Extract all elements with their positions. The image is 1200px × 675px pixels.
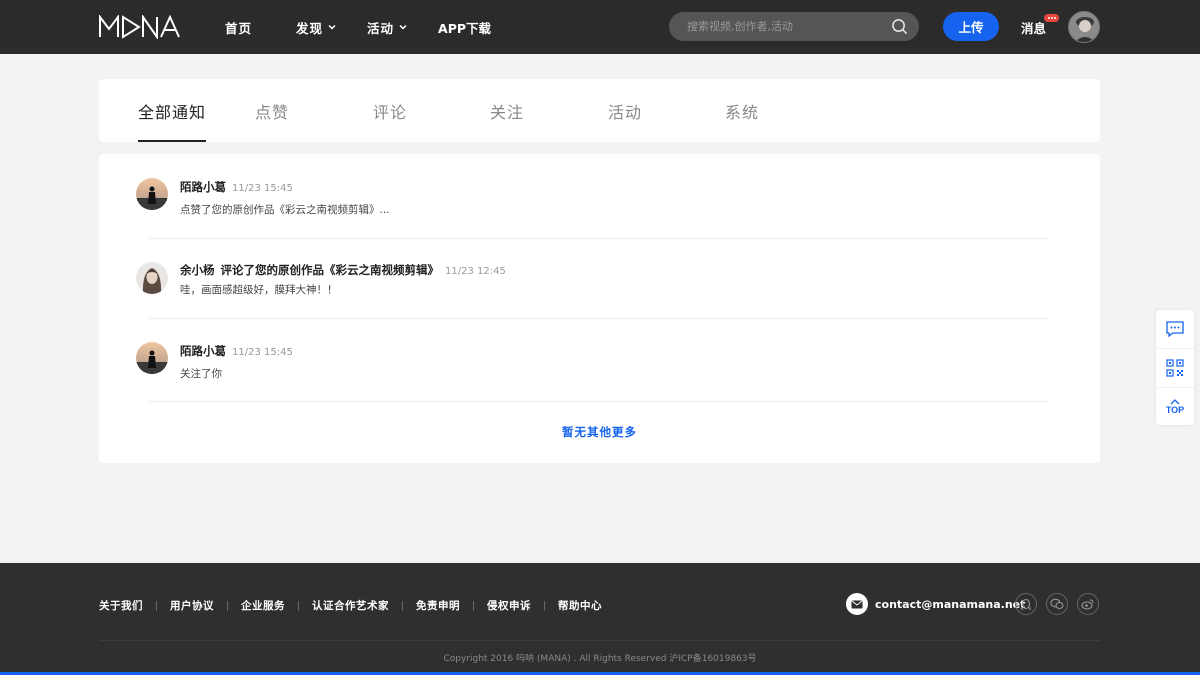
chevron-down-icon <box>328 24 336 30</box>
divider <box>156 600 157 611</box>
avatar-image <box>136 262 168 294</box>
qq-icon <box>1021 598 1031 610</box>
notification-action[interactable]: 评论了您的原创作品《彩云之南视频剪辑》 <box>221 262 440 278</box>
tab-all-label: 全部通知 <box>138 102 207 122</box>
divider <box>473 600 474 611</box>
tab-system-label: 系统 <box>725 102 760 122</box>
notification-username[interactable]: 陌路小葛 <box>180 343 226 359</box>
mana-logo[interactable] <box>99 14 181 40</box>
footer-link-about[interactable]: 关于我们 <box>99 598 143 613</box>
nav-app-download-label: APP下载 <box>438 20 492 36</box>
notification-text: 哇，画面感超级好，膜拜大神！！ <box>180 284 338 296</box>
upload-button-label: 上传 <box>958 20 984 35</box>
avatar[interactable] <box>136 178 168 210</box>
search-input[interactable] <box>687 20 882 33</box>
tab-activities[interactable]: 活动 <box>608 79 642 142</box>
tab-activities-label: 活动 <box>608 102 643 122</box>
mana-logo-icon <box>99 15 180 39</box>
message-badge <box>1044 14 1059 22</box>
footer-link-help[interactable]: 帮助中心 <box>558 598 602 613</box>
divider <box>149 238 1047 239</box>
tab-follows-label: 关注 <box>490 102 525 122</box>
divider <box>298 600 299 611</box>
user-avatar[interactable] <box>1068 11 1100 43</box>
weibo-icon <box>1081 599 1094 610</box>
avatar-image <box>136 342 168 374</box>
qr-code-button[interactable] <box>1156 349 1194 387</box>
notification-text: 关注了你 <box>180 368 222 380</box>
divider <box>402 600 403 611</box>
nav-activity-label: 活动 <box>367 20 395 36</box>
divider <box>99 640 1100 641</box>
avatar[interactable] <box>136 262 168 294</box>
notification-text: 点赞了您的原创作品《彩云之南视频剪辑》... <box>180 204 390 216</box>
user-avatar-image <box>1069 12 1099 42</box>
footer-link-infringement[interactable]: 侵权申诉 <box>487 598 531 613</box>
footer-link-enterprise[interactable]: 企业服务 <box>241 598 285 613</box>
divider <box>149 401 1047 402</box>
wechat-button[interactable] <box>1046 593 1068 615</box>
avatar[interactable] <box>136 342 168 374</box>
back-to-top-button[interactable]: TOP <box>1156 388 1194 426</box>
nav-activity[interactable]: 活动 <box>367 18 408 37</box>
notification-time: 11/23 15:45 <box>232 347 293 358</box>
side-toolbar: TOP <box>1156 310 1194 425</box>
avatar-image <box>136 178 168 210</box>
tab-comments-label: 评论 <box>373 102 408 122</box>
qr-code-icon <box>1166 359 1184 377</box>
tab-likes[interactable]: 点赞 <box>255 79 289 142</box>
tab-system[interactable]: 系统 <box>725 79 759 142</box>
search-box <box>669 12 919 41</box>
footer: 关于我们 用户协议 企业服务 认证合作艺术家 免责申明 侵权申诉 帮助中心 co… <box>0 563 1200 675</box>
footer-link-agreement[interactable]: 用户协议 <box>170 598 214 613</box>
chat-icon <box>1166 321 1184 338</box>
nav-discover[interactable]: 发现 <box>296 18 337 37</box>
top-label: TOP <box>1165 405 1185 415</box>
notification-time: 11/23 12:45 <box>445 266 506 277</box>
footer-link-disclaimer[interactable]: 免责申明 <box>416 598 460 613</box>
nav-discover-label: 发现 <box>296 20 324 36</box>
chevron-down-icon <box>399 24 407 30</box>
tab-all-notifications[interactable]: 全部通知 <box>138 79 207 142</box>
footer-link-certified-artist[interactable]: 认证合作艺术家 <box>312 598 389 613</box>
messages-link[interactable]: 消息 <box>1021 18 1046 37</box>
qq-button[interactable] <box>1015 593 1037 615</box>
copyright-text: Copyright 2016 吗呐 (MANA) . All Rights Re… <box>443 654 757 664</box>
contact-email-text: contact@manamana.net <box>875 597 1026 611</box>
contact-email[interactable]: contact@manamana.net <box>846 593 1025 615</box>
nav-home-label: 首页 <box>225 20 253 36</box>
nav-home[interactable]: 首页 <box>225 18 252 37</box>
mail-icon <box>846 593 868 615</box>
notification-list: 陌路小葛 11/23 15:45 点赞了您的原创作品《彩云之南视频剪辑》... … <box>99 154 1100 463</box>
tab-follows[interactable]: 关注 <box>490 79 524 142</box>
main-nav: 首页 发现 活动 APP下载 <box>225 0 521 54</box>
no-more-text: 暂无其他更多 <box>562 425 637 439</box>
feedback-button[interactable] <box>1156 310 1194 348</box>
nav-app-download[interactable]: APP下载 <box>438 18 491 37</box>
notification-username[interactable]: 陌路小葛 <box>180 179 226 195</box>
wechat-icon <box>1050 598 1064 610</box>
top-header: 首页 发现 活动 APP下载 上传 消息 <box>0 0 1200 54</box>
upload-button[interactable]: 上传 <box>943 12 999 41</box>
divider <box>544 600 545 611</box>
tab-likes-label: 点赞 <box>255 102 290 122</box>
weibo-button[interactable] <box>1077 593 1099 615</box>
notification-username[interactable]: 余小杨 <box>180 262 215 278</box>
notification-time: 11/23 15:45 <box>232 183 293 194</box>
divider <box>227 600 228 611</box>
search-icon[interactable] <box>891 18 908 35</box>
notification-tabs: 全部通知 点赞 评论 关注 活动 系统 <box>99 79 1100 142</box>
messages-label: 消息 <box>1021 21 1047 36</box>
tab-comments[interactable]: 评论 <box>373 79 407 142</box>
divider <box>149 318 1047 319</box>
footer-links: 关于我们 用户协议 企业服务 认证合作艺术家 免责申明 侵权申诉 帮助中心 <box>99 598 602 613</box>
